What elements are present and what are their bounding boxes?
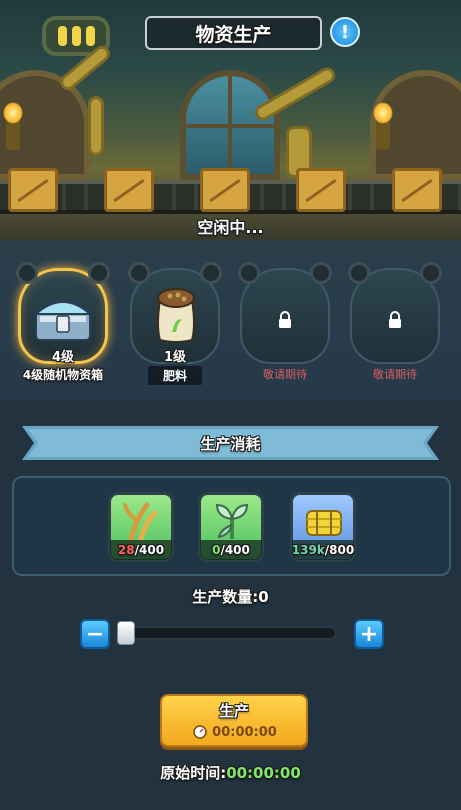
clock-icon — [193, 725, 207, 739]
crate-icon — [296, 168, 346, 212]
product-slot-chest[interactable]: 4级 4级随机物资箱 — [14, 262, 112, 382]
resource-hay[interactable]: 139k/800 — [290, 492, 356, 562]
resource-need: /400 — [220, 543, 250, 557]
original-time: 原始时间:00:00:00 — [0, 762, 461, 783]
minus-icon: − — [85, 621, 105, 647]
resource-need: /400 — [134, 543, 165, 557]
product-slot-fertilizer[interactable]: 1级 肥料 — [126, 262, 224, 385]
resource-herb[interactable]: 0/400 — [198, 492, 264, 562]
product-slot-locked: 敬请期待 — [236, 262, 334, 381]
resource-need: /800 — [324, 543, 355, 557]
fertilizer-bag-icon — [157, 288, 195, 343]
resource-have: 139k — [291, 543, 325, 557]
decrease-quantity-button[interactable]: − — [80, 619, 110, 649]
crate-icon — [104, 168, 154, 212]
consumption-ribbon: 生产消耗 — [22, 426, 439, 460]
slot-name: 肥料 — [148, 366, 202, 385]
factory-window — [180, 70, 280, 180]
slot-level: 4级 — [51, 350, 75, 365]
info-button[interactable]: ! — [330, 17, 360, 47]
lock-icon — [279, 311, 291, 328]
produce-time: 00:00:00 — [212, 724, 277, 740]
consumption-title: 生产消耗 — [200, 434, 261, 453]
robot-arm-left-lower — [88, 96, 104, 156]
plus-icon: + — [359, 621, 379, 647]
crate-icon — [200, 168, 250, 212]
original-time-value: 00:00:00 — [226, 764, 301, 782]
produce-button-label: 生产 — [218, 702, 249, 720]
slot-level: 1级 — [163, 350, 187, 365]
hay-bale-icon — [306, 510, 342, 536]
quantity-slider-thumb[interactable] — [117, 621, 135, 645]
wheat-stalk-icon — [123, 502, 158, 541]
slot-coming-soon: 敬请期待 — [263, 368, 307, 381]
slot-name: 4级随机物资箱 — [22, 368, 104, 382]
page-title: 物资生产 — [145, 16, 322, 50]
resource-have: 28 — [117, 543, 135, 557]
quantity-label: 生产数量:0 — [192, 588, 269, 606]
increase-quantity-button[interactable]: + — [354, 619, 384, 649]
resource-wheat[interactable]: 28/400 — [108, 492, 174, 562]
crate-icon — [392, 168, 442, 212]
produce-button[interactable]: 生产 00:00:00 — [160, 694, 308, 747]
product-slot-locked: 敬请期待 — [346, 262, 444, 381]
quantity-slider-track[interactable] — [120, 626, 337, 640]
exclamation-icon: ! — [340, 21, 350, 43]
resource-panel: 28/400 0/400 139k/800 — [12, 476, 451, 576]
factory-scene: 物资生产 ! 空闲中... — [0, 0, 461, 240]
product-slots: 4级 4级随机物资箱 1级 肥料 敬请期待 敬请期待 — [0, 240, 461, 400]
torch-left-icon — [3, 102, 23, 150]
slot-coming-soon: 敬请期待 — [373, 368, 417, 381]
crate-icon — [8, 168, 58, 212]
production-status: 空闲中... — [197, 218, 264, 237]
original-time-label: 原始时间: — [160, 764, 227, 782]
torch-right-icon — [373, 102, 393, 150]
lock-icon — [389, 311, 401, 328]
chest-icon — [33, 301, 93, 341]
herb-leaf-icon — [215, 503, 249, 539]
